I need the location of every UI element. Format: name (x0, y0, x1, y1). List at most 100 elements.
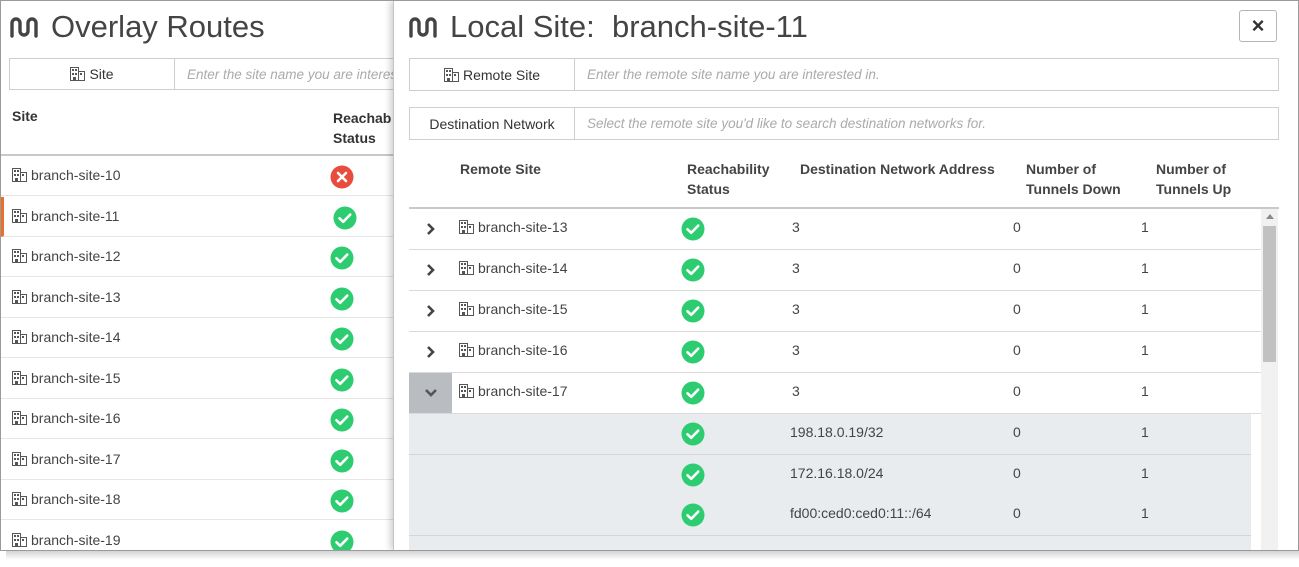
building-icon (443, 67, 459, 82)
building-icon (12, 532, 27, 547)
reachability-status (330, 530, 354, 550)
check-circle-icon (681, 422, 705, 446)
column-reachability-status[interactable]: Reachability Status (687, 159, 769, 199)
building-icon (12, 451, 27, 466)
chevron-right-icon (426, 346, 435, 358)
table-row[interactable]: branch-site-14 (1, 318, 393, 358)
destination-network-row: fd00:ced0:ced0:11::/64 0 1 (409, 495, 1251, 536)
column-remote-site[interactable]: Remote Site (460, 159, 541, 179)
table-row[interactable]: branch-site-12 (1, 237, 393, 277)
brand-logo-icon (409, 17, 437, 38)
building-icon (12, 289, 27, 304)
subrow-filler (409, 535, 1251, 550)
brand-logo-icon (10, 17, 38, 38)
app-window: Overlay Routes Site Site ReachabStatus b… (0, 0, 1299, 551)
table-row[interactable]: branch-site-16 3 0 1 (409, 332, 1261, 373)
chevron-right-icon (426, 264, 435, 276)
site-name: branch-site-17 (12, 451, 121, 467)
destination-network-address: 172.16.18.0/24 (790, 464, 884, 481)
check-circle-icon (681, 381, 705, 405)
building-icon (12, 411, 27, 425)
column-tunnels-down[interactable]: Number of Tunnels Down (1026, 159, 1121, 199)
column-destination-network-address[interactable]: Destination Network Address (800, 159, 995, 179)
site-name: branch-site-15 (12, 370, 121, 386)
tunnels-up-count: 1 (1141, 505, 1149, 521)
reachability-status (681, 503, 705, 530)
tunnels-up-count: 1 (1141, 464, 1149, 481)
column-reachability[interactable]: Reachab Status (333, 108, 391, 148)
remote-site-search-input[interactable] (575, 59, 1278, 90)
table-row[interactable]: branch-site-15 (1, 359, 393, 399)
reachability-status (681, 422, 705, 449)
destination-network-filter: Destination Network (409, 107, 1279, 140)
error-circle-icon (330, 165, 354, 189)
check-circle-icon (330, 368, 354, 391)
destination-network-search-input[interactable] (575, 108, 1278, 139)
table-row[interactable]: branch-site-18 (1, 480, 393, 520)
remote-site-table-header: Remote Site Reachability Status Destinati… (409, 153, 1279, 209)
building-icon (459, 384, 474, 398)
remote-site-name: branch-site-15 (459, 301, 568, 317)
table-row[interactable]: branch-site-17 3 0 1 (409, 373, 1261, 414)
overlay-routes-panel: Overlay Routes Site Site ReachabStatus b… (1, 1, 393, 550)
reachability-status (330, 327, 354, 356)
tunnels-down-count: 0 (1013, 219, 1021, 235)
tunnels-up-count: 1 (1141, 383, 1149, 399)
tunnels-down-count: 0 (1013, 342, 1021, 358)
expand-toggle[interactable] (409, 291, 452, 331)
remote-site-filter-label: Remote Site (410, 59, 575, 90)
table-row[interactable]: branch-site-10 (1, 156, 393, 196)
check-circle-icon (330, 489, 354, 513)
expand-toggle[interactable] (409, 209, 452, 249)
table-row[interactable]: branch-site-19 (1, 521, 393, 550)
table-row[interactable]: branch-site-14 3 0 1 (409, 250, 1261, 291)
site-name: branch-site-12 (12, 248, 121, 264)
close-button[interactable]: × (1239, 10, 1277, 42)
building-icon (12, 370, 27, 385)
building-icon (459, 261, 474, 275)
tunnels-up-count: 1 (1141, 219, 1149, 235)
table-row[interactable]: branch-site-11 (1, 196, 393, 237)
destination-network-count: 3 (792, 301, 800, 317)
destination-network-address: fd00:ced0:ced0:11::/64 (790, 505, 932, 521)
close-icon: × (1251, 13, 1265, 38)
scroll-up-arrow-icon[interactable] (1266, 214, 1274, 219)
site-name: branch-site-10 (12, 167, 121, 183)
destination-network-count: 3 (792, 383, 800, 399)
building-icon (12, 330, 27, 344)
window-shadow (6, 550, 1299, 560)
expand-toggle[interactable] (409, 332, 452, 372)
reachability-status (681, 340, 705, 367)
reachability-status (681, 381, 705, 408)
table-row[interactable]: branch-site-16 (1, 399, 393, 439)
check-circle-icon (681, 503, 705, 527)
table-row[interactable]: branch-site-13 (1, 278, 393, 318)
building-icon (12, 208, 27, 223)
local-site-modal: Local Site: branch-site-11 × Remote Site… (393, 1, 1298, 550)
table-row[interactable]: branch-site-15 3 0 1 (409, 291, 1261, 332)
chevron-down-icon (424, 389, 437, 397)
site-filter: Site (9, 58, 393, 90)
expand-toggle[interactable] (409, 250, 452, 290)
site-search-input[interactable] (175, 59, 393, 89)
table-row[interactable]: branch-site-17 (1, 440, 393, 480)
remote-site-table-body: branch-site-13 3 0 1 branch-site-14 3 0 1 branch… (409, 209, 1261, 550)
tunnels-down-count: 0 (1013, 383, 1021, 399)
site-table-header: Site Reachab Status (1, 98, 393, 156)
expand-toggle[interactable] (409, 373, 452, 413)
page-title: Overlay Routes (9, 9, 265, 45)
column-tunnels-up[interactable]: Number of Tunnels Up (1156, 159, 1231, 199)
destination-network-count: 3 (792, 260, 800, 276)
reachability-status (330, 408, 354, 437)
check-circle-icon (330, 287, 354, 310)
scrollbar-thumb[interactable] (1263, 226, 1276, 362)
table-row[interactable]: branch-site-13 3 0 1 (409, 209, 1261, 250)
check-circle-icon (681, 299, 705, 323)
reachability-status (330, 165, 354, 194)
column-site[interactable]: Site (12, 108, 38, 124)
site-name: branch-site-19 (12, 532, 121, 548)
destination-network-count: 3 (792, 219, 800, 235)
table-scrollbar[interactable] (1261, 209, 1278, 550)
site-name: branch-site-13 (12, 289, 121, 305)
chevron-right-icon (426, 305, 435, 317)
